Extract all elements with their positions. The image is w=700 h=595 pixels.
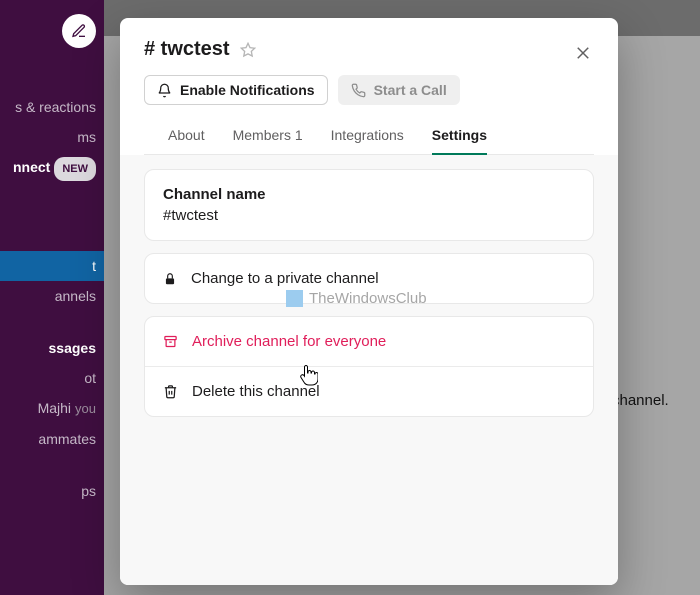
archive-label: Archive channel for everyone [192, 333, 386, 350]
compose-button[interactable] [62, 14, 96, 48]
change-private-row[interactable]: Change to a private channel [145, 254, 593, 303]
sidebar-item-label: nnect [13, 159, 50, 175]
sidebar-item[interactable] [0, 454, 104, 476]
sidebar-item-label: ssages [49, 340, 96, 356]
sidebar-item[interactable]: s & reactions [0, 92, 104, 122]
channel-name-card[interactable]: Channel name #twctest [144, 169, 594, 241]
sidebar-item[interactable] [0, 185, 104, 207]
sidebar-item-label: annels [55, 288, 96, 304]
workspace-sidebar: s & reactions ms nnectNEW t annels ssages ot Ma… [0, 0, 104, 595]
sidebar-item[interactable]: annels [0, 281, 104, 311]
sidebar-item[interactable]: ms [0, 122, 104, 152]
tab-members[interactable]: Members 1 [233, 119, 303, 155]
channel-details-modal: # twctest Enable Notifications [120, 18, 618, 585]
sidebar-item-label: ammates [38, 431, 96, 447]
sidebar-item-label: ms [77, 129, 96, 145]
channel-name-value: #twctest [163, 207, 575, 224]
sidebar-item-label: s & reactions [15, 99, 96, 115]
archive-channel-row[interactable]: Archive channel for everyone [145, 317, 593, 366]
trash-icon [163, 384, 178, 399]
new-badge: NEW [54, 157, 96, 181]
tab-settings[interactable]: Settings [432, 119, 487, 155]
sidebar-item[interactable] [0, 229, 104, 251]
start-call-button: Start a Call [338, 75, 460, 105]
change-private-label: Change to a private channel [191, 270, 379, 287]
sidebar-item-label: Majhi [38, 400, 71, 416]
lock-icon [163, 272, 177, 286]
sidebar-item[interactable] [0, 311, 104, 333]
archive-icon [163, 334, 178, 349]
sidebar-item[interactable]: nnectNEW [0, 152, 104, 185]
star-icon[interactable] [240, 42, 256, 58]
sidebar-item[interactable]: ssages [0, 333, 104, 363]
enable-notifications-button[interactable]: Enable Notifications [144, 75, 328, 105]
call-label: Start a Call [374, 82, 447, 98]
sidebar-item-label: t [92, 258, 96, 274]
channel-name-label: Channel name [163, 186, 575, 203]
delete-channel-row[interactable]: Delete this channel [145, 367, 593, 416]
tab-bar: About Members 1 Integrations Settings [144, 119, 594, 155]
you-label: you [75, 401, 96, 416]
tab-about[interactable]: About [168, 119, 205, 155]
sidebar-item[interactable]: ammates [0, 424, 104, 454]
delete-label: Delete this channel [192, 383, 320, 400]
sidebar-item[interactable]: Majhi you [0, 393, 104, 424]
notifications-label: Enable Notifications [180, 82, 315, 98]
sidebar-item[interactable] [0, 207, 104, 229]
sidebar-item-label: ps [81, 483, 96, 499]
close-button[interactable] [566, 36, 600, 70]
sidebar-item[interactable]: t [0, 251, 104, 281]
channel-title: # twctest [144, 38, 230, 61]
sidebar-item-label: ot [84, 370, 96, 386]
tab-integrations[interactable]: Integrations [331, 119, 404, 155]
sidebar-item[interactable]: ps [0, 476, 104, 506]
sidebar-item[interactable]: ot [0, 363, 104, 393]
